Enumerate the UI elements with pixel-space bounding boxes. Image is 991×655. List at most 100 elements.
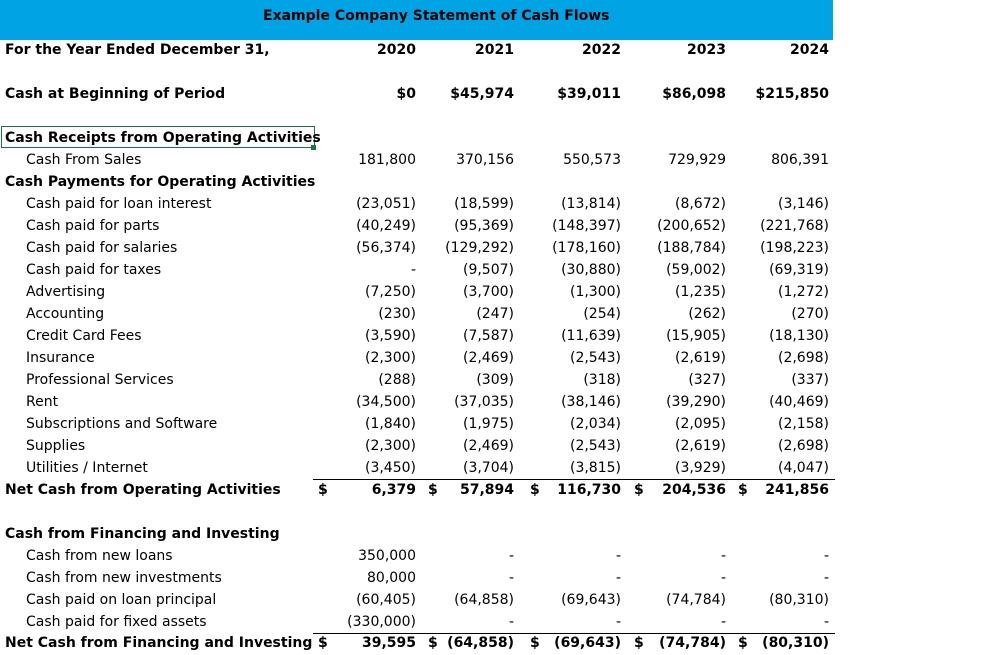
table-row[interactable]: Subscriptions and Software (1,840) (1,975)… <box>0 414 991 436</box>
header-row[interactable]: For the Year Ended December 31, 2020 2021 2… <box>0 40 991 62</box>
line-item-label: Advertising <box>26 284 106 300</box>
line-item-value: (2,300) <box>364 350 416 366</box>
line-item-label: Subscriptions and Software <box>26 416 218 432</box>
line-item-value: (2,158) <box>777 416 829 432</box>
table-row[interactable]: Cash paid for parts (40,249) (95,369) (148,… <box>0 216 991 238</box>
table-row[interactable]: Cash paid for fixed assets (330,000) - - - - <box>0 612 991 634</box>
table-row[interactable]: Cash paid for taxes - (9,507) (30,880) (59,0… <box>0 260 991 282</box>
beginning-cash-value: $86,098 <box>662 86 726 102</box>
currency-symbol: $ <box>738 482 748 498</box>
table-row[interactable]: Cash paid on loan principal (60,405) (64,8… <box>0 590 991 612</box>
line-item-value: (330,000) <box>347 614 416 630</box>
line-item-value: (3,146) <box>777 196 829 212</box>
line-item-value: (221,768) <box>760 218 829 234</box>
line-item-value: 350,000 <box>358 548 416 564</box>
line-item-value: 729,929 <box>668 152 726 168</box>
line-item-value: - <box>720 614 726 630</box>
line-item-value: (2,095) <box>674 416 726 432</box>
financing-heading-row[interactable]: Cash from Financing and Investing <box>0 524 991 546</box>
beginning-cash-row[interactable]: Cash at Beginning of Period $0 $45,974 $39,… <box>0 84 991 106</box>
line-item-value: - <box>823 570 829 586</box>
line-item-label: Insurance <box>26 350 95 366</box>
table-row[interactable]: Credit Card Fees (3,590) (7,587) (11,639) (1… <box>0 326 991 348</box>
line-item-value: (230) <box>378 306 416 322</box>
table-row[interactable]: Cash from new investments 80,000 - - - - <box>0 568 991 590</box>
beginning-cash-value: $45,974 <box>450 86 514 102</box>
receipts-heading-row[interactable]: Cash Receipts from Operating Activities <box>0 128 991 150</box>
line-item-value: (11,639) <box>561 328 621 344</box>
line-item-value: (254) <box>583 306 621 322</box>
spreadsheet[interactable]: Example Company Statement of Cash Flows … <box>0 0 991 651</box>
line-item-value: - <box>508 614 514 630</box>
table-row[interactable]: Cash From Sales 181,800 370,156 550,573 729,… <box>0 150 991 172</box>
line-item-label: Professional Services <box>26 372 174 388</box>
line-item-value: (1,235) <box>674 284 726 300</box>
line-item-value: - <box>508 548 514 564</box>
receipts-heading: Cash Receipts from Operating Activities <box>5 130 321 146</box>
line-item-value: (262) <box>688 306 726 322</box>
table-row[interactable]: Rent (34,500) (37,035) (38,146) (39,290) (40,… <box>0 392 991 414</box>
line-item-value: (15,905) <box>666 328 726 344</box>
line-item-label: Cash paid on loan principal <box>26 592 217 608</box>
table-row[interactable]: Supplies (2,300) (2,469) (2,543) (2,619) (2,6… <box>0 436 991 458</box>
line-item-value: (37,035) <box>454 394 514 410</box>
line-item-value: (7,587) <box>462 328 514 344</box>
financing-heading: Cash from Financing and Investing <box>5 526 280 542</box>
currency-symbol: $ <box>738 635 748 651</box>
net-operating-value: 241,856 <box>765 482 829 498</box>
line-item-value: (34,500) <box>356 394 416 410</box>
line-item-label: Cash paid for taxes <box>26 262 162 278</box>
line-item-label: Cash From Sales <box>26 152 142 168</box>
period-label: For the Year Ended December 31, <box>5 42 270 58</box>
line-item-value: (4,047) <box>777 460 829 476</box>
net-financing-value: (69,643) <box>554 635 621 651</box>
beginning-cash-value: $215,850 <box>755 86 829 102</box>
line-item-value: (23,051) <box>356 196 416 212</box>
line-item-value: - <box>508 570 514 586</box>
line-item-label: Utilities / Internet <box>26 460 148 476</box>
currency-symbol: $ <box>530 482 540 498</box>
line-item-value: (2,469) <box>462 350 514 366</box>
line-item-value: (40,469) <box>769 394 829 410</box>
line-item-value: (318) <box>583 372 621 388</box>
line-item-value: (2,698) <box>777 438 829 454</box>
line-item-label: Cash paid for salaries <box>26 240 178 256</box>
line-item-value: (64,858) <box>454 592 514 608</box>
line-item-value: (288) <box>378 372 416 388</box>
line-item-value: (327) <box>688 372 726 388</box>
title-band: Example Company Statement of Cash Flows <box>0 0 833 40</box>
line-item-value: - <box>410 262 416 278</box>
line-item-value: (69,643) <box>561 592 621 608</box>
currency-symbol: $ <box>318 635 328 651</box>
table-row[interactable]: Advertising (7,250) (3,700) (1,300) (1,235) (… <box>0 282 991 304</box>
net-financing-value: (74,784) <box>659 635 726 651</box>
line-item-value: (38,146) <box>561 394 621 410</box>
table-row[interactable]: Cash paid for loan interest (23,051) (18,5… <box>0 194 991 216</box>
line-item-value: 80,000 <box>367 570 416 586</box>
payments-heading-row[interactable]: Cash Payments for Operating Activities <box>0 172 991 194</box>
table-row[interactable]: Cash from new loans 350,000 - - - - <box>0 546 991 568</box>
line-item-value: 550,573 <box>563 152 621 168</box>
line-item-value: (56,374) <box>356 240 416 256</box>
line-item-value: (2,543) <box>569 438 621 454</box>
line-item-value: 806,391 <box>771 152 829 168</box>
currency-symbol: $ <box>428 482 438 498</box>
table-row[interactable]: Insurance (2,300) (2,469) (2,543) (2,619) (2,… <box>0 348 991 370</box>
line-item-value: (69,319) <box>769 262 829 278</box>
net-operating-row[interactable]: Net Cash from Operating Activities $ $ $ $ $6… <box>0 480 991 502</box>
year-header: 2021 <box>475 42 514 58</box>
line-item-value: (30,880) <box>561 262 621 278</box>
table-row[interactable]: Cash paid for salaries (56,374) (129,292) (… <box>0 238 991 260</box>
table-row[interactable]: Professional Services (288) (309) (318) (327… <box>0 370 991 392</box>
line-item-value: (3,815) <box>569 460 621 476</box>
table-row[interactable]: Utilities / Internet (3,450) (3,704) (3,815… <box>0 458 991 480</box>
net-financing-row[interactable]: Net Cash from Financing and Investing $ $ $… <box>0 633 991 655</box>
line-item-value: (3,450) <box>364 460 416 476</box>
year-header: 2023 <box>687 42 726 58</box>
line-item-label: Credit Card Fees <box>26 328 142 344</box>
line-item-value: (2,543) <box>569 350 621 366</box>
line-item-value: (95,369) <box>454 218 514 234</box>
line-item-value: (270) <box>791 306 829 322</box>
table-row[interactable]: Accounting (230) (247) (254) (262) (270) <box>0 304 991 326</box>
line-item-label: Cash from new investments <box>26 570 222 586</box>
